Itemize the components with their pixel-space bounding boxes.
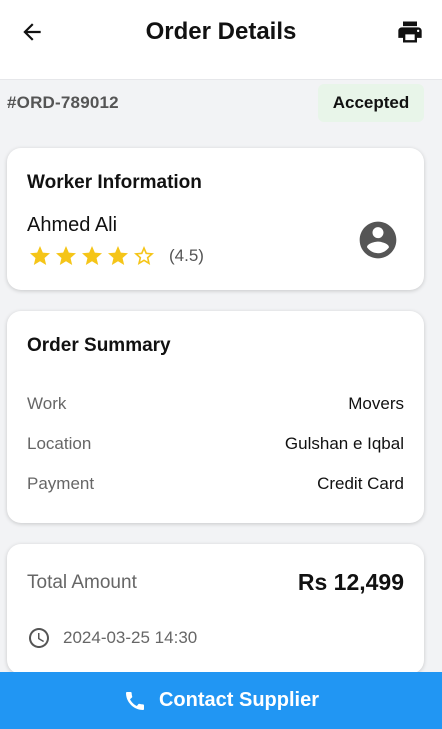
summary-section-title: Order Summary [27,335,171,356]
total-amount-label: Total Amount [27,572,137,593]
summary-row-location: Location Gulshan e Iqbal [27,433,404,455]
print-button[interactable] [396,18,424,46]
order-summary-card: Order Summary Work Movers Location Gulsh… [7,311,424,523]
star-filled-icon [56,246,76,265]
summary-value: Credit Card [317,474,404,493]
star-filled-icon [30,246,50,265]
summary-label: Payment [27,474,95,493]
rating-value: (4.5) [169,246,204,265]
star-outline-icon [134,246,154,265]
summary-label: Location [27,434,92,453]
worker-name: Ahmed Ali [27,214,118,236]
rating-stars: (4.5) [27,244,204,268]
worker-section-title: Worker Information [27,172,202,193]
summary-row-payment: Payment Credit Card [27,473,404,495]
app-bar: Order Details [0,0,442,80]
summary-row-work: Work Movers [27,393,404,415]
summary-label: Work [27,394,67,413]
phone-icon [125,691,144,710]
contact-supplier-button[interactable]: Contact Supplier [0,672,442,729]
total-amount-card: Total Amount Rs 12,499 2024-03-25 14:30 [7,544,424,674]
order-id: #ORD-789012 [7,93,119,112]
timestamp-text: 2024-03-25 14:30 [63,628,198,647]
status-badge: Accepted [318,84,424,122]
star-filled-icon [82,246,102,265]
account-circle-icon [359,221,397,259]
order-timestamp: 2024-03-25 14:30 [27,626,197,650]
contact-button-label: Contact Supplier [158,689,319,711]
summary-value: Gulshan e Iqbal [284,434,404,453]
printer-icon [398,21,422,43]
star-filled-icon [108,246,128,265]
page-title: Order Details [145,18,297,45]
total-amount-value: Rs 12,499 [297,569,404,595]
summary-value: Movers [348,394,404,413]
clock-icon [29,628,49,648]
worker-information-card: Worker Information Ahmed Ali (4.5) [7,148,424,290]
